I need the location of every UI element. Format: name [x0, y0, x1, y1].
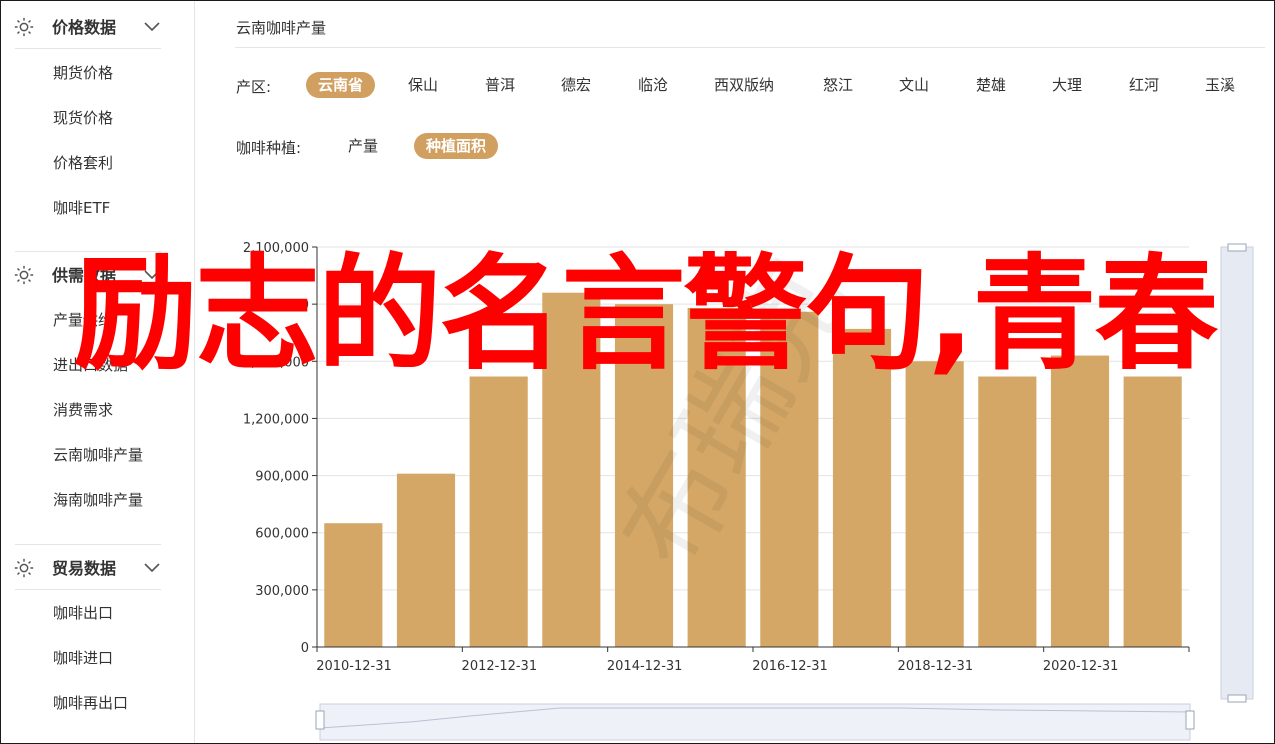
bar-2021-12-31[interactable]: [1123, 376, 1182, 647]
bar-2019-12-31[interactable]: [978, 376, 1037, 647]
slider-handle-top[interactable]: [1227, 243, 1247, 252]
horizontal-zoom-slider[interactable]: [319, 703, 1191, 741]
y-tick-label: 1,800,000: [243, 298, 309, 313]
bar-2011-12-31[interactable]: [396, 473, 456, 647]
vertical-zoom-slider[interactable]: [1220, 246, 1254, 700]
bar-2012-12-31[interactable]: [469, 376, 528, 647]
slider-handle-bottom[interactable]: [1227, 694, 1247, 703]
y-tick-label: 600,000: [255, 527, 309, 542]
slider-handle-left[interactable]: [315, 710, 325, 730]
bars: [324, 292, 1182, 647]
bar-2020-12-31[interactable]: [1050, 355, 1110, 647]
x-tick-label: 2020-12-31: [1043, 659, 1119, 674]
bar-2018-12-31[interactable]: [905, 361, 964, 647]
slider-handle-right[interactable]: [1185, 710, 1195, 730]
bar-2016-12-31[interactable]: [760, 311, 819, 647]
y-tick-label: 300,000: [255, 584, 309, 599]
y-tick-label: 1,500,000: [243, 355, 309, 370]
x-tick-label: 2012-12-31: [462, 659, 538, 674]
bar-2013-12-31[interactable]: [542, 292, 601, 647]
x-tick-label: 2014-12-31: [607, 659, 683, 674]
x-tick-label: 2018-12-31: [898, 659, 974, 674]
bar-2014-12-31[interactable]: [614, 304, 674, 647]
x-tick-label: 2016-12-31: [752, 659, 828, 674]
bar-2017-12-31[interactable]: [832, 328, 892, 647]
x-axis-labels: 2010-12-31 2012-12-31 2014-12-31 2016-12-31…: [316, 647, 1190, 674]
y-tick-label: 2,100,000: [243, 241, 309, 256]
y-tick-label: 0: [301, 641, 309, 656]
y-tick-label: 1,200,000: [243, 412, 309, 427]
y-tick-label: 900,000: [255, 470, 309, 485]
bar-2015-12-31[interactable]: [687, 307, 746, 647]
bar-chart: 0 300,000 600,000 900,000 1,200,000 1,500,000…: [243, 241, 1254, 741]
y-axis-labels: 0 300,000 600,000 900,000 1,200,000 1,500,000…: [243, 241, 309, 656]
x-tick-label: 2010-12-31: [316, 659, 392, 674]
bar-2010-12-31[interactable]: [324, 523, 383, 647]
